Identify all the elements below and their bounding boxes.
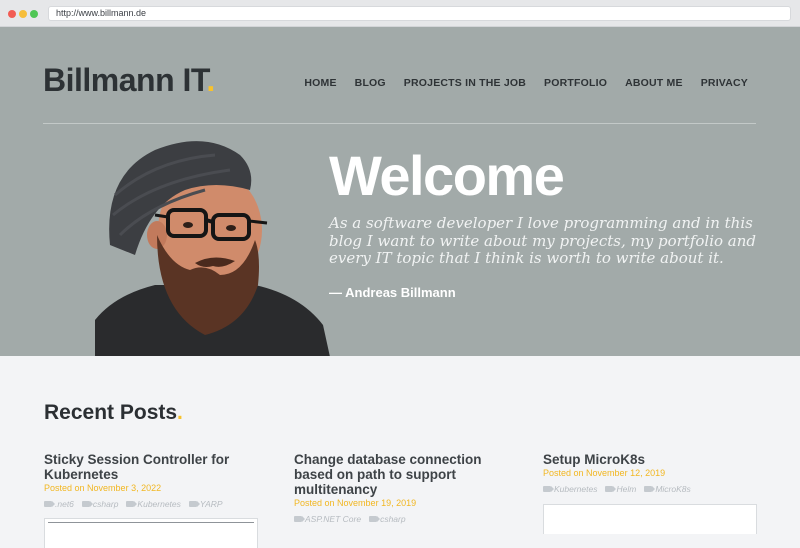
minimize-window-button[interactable] [19,10,27,18]
nav-about-me[interactable]: ABOUT ME [625,77,683,89]
address-bar[interactable]: http://www.billmann.de [48,6,791,21]
post-tag-label: csharp [92,499,119,509]
post-title-link[interactable]: Sticky Session Controller for Kubernetes [44,452,262,482]
post-tag[interactable]: Kubernetes [126,499,181,509]
tag-icon [543,486,554,492]
post-tag[interactable]: csharp [369,514,406,524]
post-date-value[interactable]: November 3, 2022 [87,483,161,493]
post-tag-label: Helm [616,484,637,494]
tag-icon [44,501,55,507]
hero-title: Welcome [329,144,565,207]
post-card: Sticky Session Controller for Kubernetes… [44,452,262,509]
post-date: Posted on November 12, 2019 [543,468,761,478]
post-date-prefix: Posted on [294,498,335,508]
post-tag-label: Kubernetes [554,484,598,494]
post-card: Change database connection based on path… [294,452,512,524]
logo-dot: . [206,62,215,98]
post-thumbnail[interactable] [543,504,757,534]
post-tag[interactable]: Kubernetes [543,484,597,494]
post-date: Posted on November 19, 2019 [294,498,512,508]
post-tag[interactable]: YARP [188,499,223,509]
post-tag-label: Kubernetes [137,499,181,509]
post-thumbnail[interactable] [44,518,258,548]
nav-home[interactable]: HOME [304,77,336,89]
post-date: Posted on November 3, 2022 [44,483,262,493]
post-tag[interactable]: MicroK8s [644,484,691,494]
maximize-window-button[interactable] [30,10,38,18]
logo-text: Billmann IT [43,62,207,98]
nav-privacy[interactable]: PRIVACY [701,77,748,89]
post-tags: Kubernetes Helm MicroK8s [543,484,761,494]
post-tags: ASP.NET Core csharp [294,514,512,524]
post-date-prefix: Posted on [543,468,584,478]
post-tag[interactable]: ASP.NET Core [294,514,361,524]
post-date-value[interactable]: November 19, 2019 [337,498,416,508]
post-date-value[interactable]: November 12, 2019 [586,468,665,478]
hero-author: — Andreas Billmann [329,285,456,300]
recent-posts-title-dot: . [177,401,183,424]
tag-icon [188,501,200,507]
post-title-link[interactable]: Setup MicroK8s [543,452,761,467]
post-tag-label: MicroK8s [655,484,691,494]
nav-portfolio[interactable]: PORTFOLIO [544,77,607,89]
tag-icon [126,501,138,507]
close-window-button[interactable] [8,10,16,18]
recent-posts-section: Recent Posts. Sticky Session Controller … [0,356,800,548]
recent-posts-title-text: Recent Posts [44,401,178,424]
post-tag-label: csharp [380,514,406,524]
post-card: Setup MicroK8s Posted on November 12, 20… [543,452,761,494]
tag-icon [644,486,656,492]
header-divider [43,123,756,124]
tag-icon [81,501,93,507]
post-tag[interactable]: csharp [81,499,119,509]
post-tags: .net6 csharp Kubernetes YARP [44,499,262,509]
browser-toolbar: http://www.billmann.de [0,0,800,27]
thumbnail-content [48,522,254,523]
nav-blog[interactable]: BLOG [355,77,386,89]
nav-projects-in-the-job[interactable]: PROJECTS IN THE JOB [404,77,526,89]
hero-intro: As a software developer I love programmi… [329,214,757,267]
post-tag-label: YARP [199,499,223,509]
main-nav: HOME BLOG PROJECTS IN THE JOB PORTFOLIO … [304,77,748,89]
post-title-link[interactable]: Change database connection based on path… [294,452,512,497]
portrait-illustration [95,141,330,356]
post-tag-label: .net6 [55,499,74,509]
tag-icon [369,516,381,522]
hero-section: Billmann IT. HOME BLOG PROJECTS IN THE J… [0,27,800,356]
tag-icon [605,486,617,492]
post-date-prefix: Posted on [44,483,85,493]
site-logo[interactable]: Billmann IT. [43,62,215,99]
recent-posts-title: Recent Posts. [44,401,183,425]
post-tag-label: ASP.NET Core [305,514,362,524]
post-tag[interactable]: Helm [605,484,636,494]
post-tag[interactable]: .net6 [44,499,74,509]
tag-icon [294,516,305,522]
